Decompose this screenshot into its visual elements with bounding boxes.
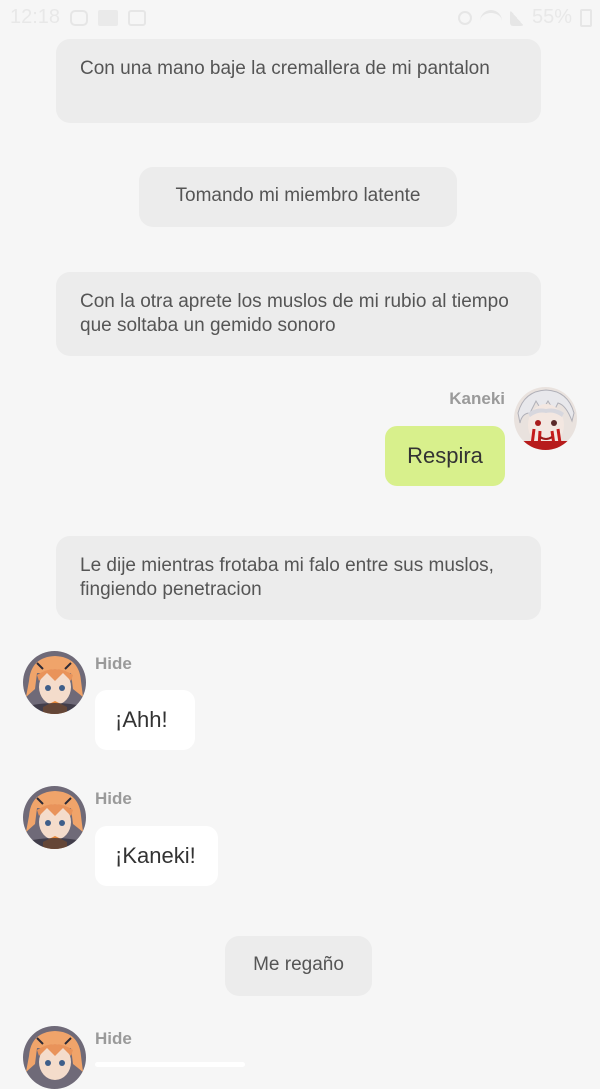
status-left: 12:18 xyxy=(10,6,147,29)
battery-icon xyxy=(580,8,592,27)
status-time: 12:18 xyxy=(10,6,61,28)
narration-bubble: Me regaño xyxy=(225,936,372,996)
received-bubble[interactable]: ¡Ahh! xyxy=(95,690,195,750)
sender-name: Hide xyxy=(95,1029,132,1048)
narration-text: Le dije mientras frotaba mi falo entre s… xyxy=(80,555,494,600)
instagram-icon xyxy=(70,9,89,26)
status-bar: 12:18 55% xyxy=(0,0,600,36)
avatar-hide[interactable] xyxy=(23,651,86,714)
narration-bubble: Con una mano baje la cremallera de mi pa… xyxy=(56,39,541,123)
battery-percent: 55% xyxy=(531,6,572,28)
narration-text: Con la otra aprete los muslos de mi rubi… xyxy=(80,291,509,336)
narration-bubble: Tomando mi miembro latente xyxy=(139,167,457,227)
sender-name: Hide xyxy=(95,654,132,673)
wifi-icon xyxy=(479,9,502,26)
message-text: ¡Ahh! xyxy=(115,707,168,732)
signal-icon xyxy=(509,9,524,26)
received-bubble[interactable] xyxy=(95,1062,245,1067)
narration-text: Con una mano baje la cremallera de mi pa… xyxy=(80,58,490,79)
avatar-hide[interactable] xyxy=(23,786,86,849)
message-text: Respira xyxy=(407,443,483,468)
hide-avatar-image xyxy=(23,786,86,849)
sender-name: Hide xyxy=(95,789,132,808)
sent-bubble[interactable]: Respira xyxy=(385,426,505,486)
hide-avatar-image xyxy=(23,651,86,714)
narration-text: Tomando mi miembro latente xyxy=(175,185,421,206)
mute-icon xyxy=(457,10,472,25)
gallery-icon xyxy=(128,9,147,26)
narration-bubble: Con la otra aprete los muslos de mi rubi… xyxy=(56,272,541,356)
narration-text: Me regaño xyxy=(253,954,344,975)
hide-avatar-image xyxy=(23,1026,86,1089)
avatar-kaneki[interactable] xyxy=(514,387,577,450)
folder-icon xyxy=(98,9,119,26)
message-text: ¡Kaneki! xyxy=(115,843,196,868)
status-right: 55% xyxy=(457,6,592,29)
narration-bubble: Le dije mientras frotaba mi falo entre s… xyxy=(56,536,541,620)
sender-name: Kaneki xyxy=(449,389,505,408)
avatar-hide[interactable] xyxy=(23,1026,86,1089)
kaneki-avatar-image xyxy=(514,387,577,450)
received-bubble[interactable]: ¡Kaneki! xyxy=(95,826,218,886)
